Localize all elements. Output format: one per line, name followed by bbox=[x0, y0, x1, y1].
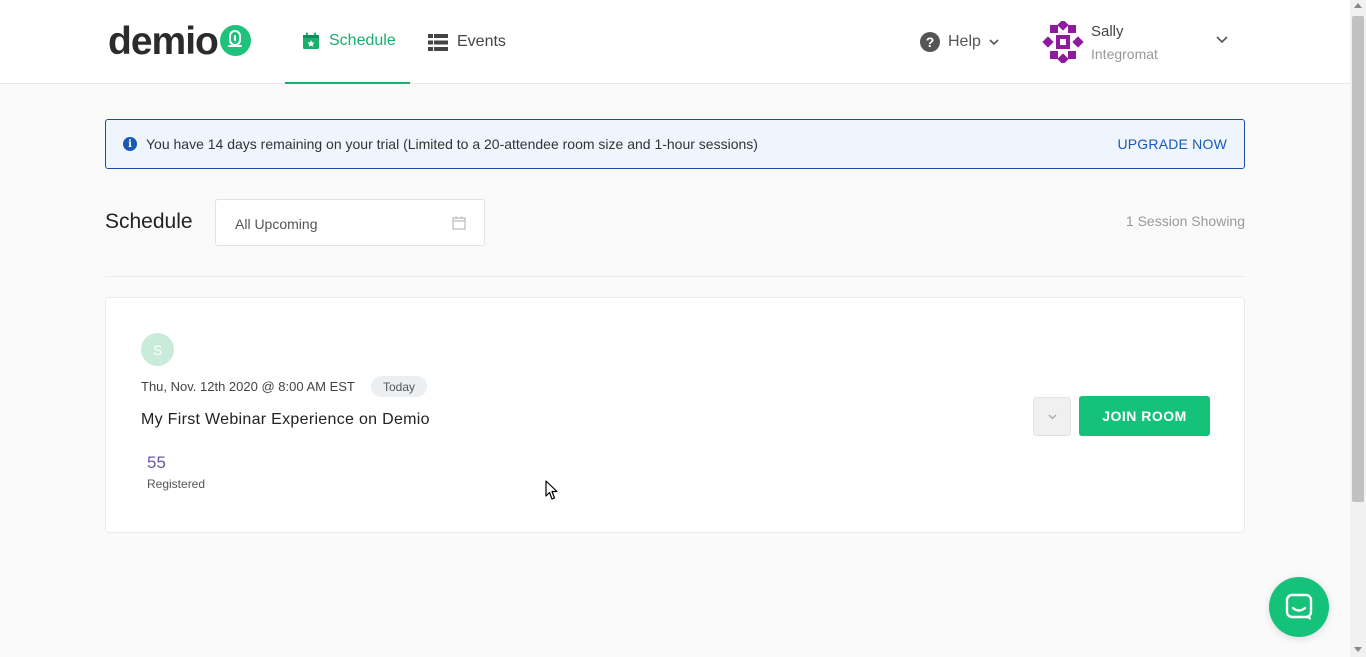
date-filter-select[interactable]: All Upcoming bbox=[215, 199, 485, 246]
trial-message: You have 14 days remaining on your trial… bbox=[146, 136, 758, 152]
calendar-icon bbox=[452, 216, 466, 230]
registered-label: Registered bbox=[147, 477, 206, 491]
date-filter-value: All Upcoming bbox=[235, 216, 318, 232]
logo-badge-icon bbox=[219, 24, 251, 56]
nav-tab-events-label: Events bbox=[457, 33, 506, 50]
scrollbar-thumb[interactable] bbox=[1352, 16, 1364, 502]
chevron-down-icon bbox=[989, 38, 999, 45]
chevron-down-icon bbox=[1216, 36, 1228, 44]
upgrade-now-link[interactable]: UPGRADE NOW bbox=[1117, 136, 1227, 152]
avatar bbox=[1042, 21, 1084, 63]
help-menu[interactable]: ? Help bbox=[920, 31, 999, 53]
registered-count: 55 bbox=[147, 453, 166, 472]
help-label: Help bbox=[948, 33, 981, 50]
logo-text: demio bbox=[108, 20, 219, 63]
page-title: Schedule bbox=[105, 210, 193, 233]
mouse-cursor-icon bbox=[545, 480, 558, 500]
page-scrollbar[interactable] bbox=[1350, 0, 1366, 657]
chevron-down-icon bbox=[1048, 414, 1056, 419]
session-count: 1 Session Showing bbox=[1125, 213, 1245, 229]
user-organization: Integromat bbox=[1091, 46, 1158, 62]
session-title[interactable]: My First Webinar Experience on Demio bbox=[141, 411, 430, 429]
nav-tab-events[interactable]: Events bbox=[428, 0, 506, 84]
info-icon: i bbox=[123, 137, 137, 151]
host-avatar: S bbox=[141, 333, 174, 366]
trial-banner: i You have 14 days remaining on your tri… bbox=[105, 119, 1245, 169]
demio-logo[interactable]: demio bbox=[108, 20, 251, 63]
join-room-button[interactable]: JOIN ROOM bbox=[1079, 396, 1210, 436]
question-circle-icon: ? bbox=[920, 32, 940, 52]
page: demio Schedule Events ? Help Sally Integ… bbox=[0, 0, 1366, 657]
session-options-button[interactable] bbox=[1033, 397, 1071, 436]
user-name: Sally bbox=[1091, 23, 1124, 40]
nav-tab-schedule-label: Schedule bbox=[329, 32, 396, 49]
divider bbox=[105, 276, 1245, 277]
chat-icon bbox=[1285, 593, 1313, 620]
chat-launcher-button[interactable] bbox=[1269, 577, 1329, 637]
nav-tab-schedule[interactable]: Schedule bbox=[285, 0, 410, 84]
session-date: Thu, Nov. 12th 2020 @ 8:00 AM EST bbox=[141, 379, 355, 394]
scroll-down-arrow-icon[interactable] bbox=[1354, 647, 1362, 652]
calendar-star-icon bbox=[303, 32, 319, 49]
list-icon bbox=[428, 33, 448, 51]
top-header: demio Schedule Events ? Help Sally Integ… bbox=[0, 0, 1350, 84]
session-card: S Thu, Nov. 12th 2020 @ 8:00 AM EST Toda… bbox=[105, 297, 1245, 533]
today-badge: Today bbox=[371, 376, 428, 397]
scroll-up-arrow-icon[interactable] bbox=[1354, 3, 1362, 8]
user-menu[interactable]: Sally Integromat bbox=[1042, 21, 1232, 63]
